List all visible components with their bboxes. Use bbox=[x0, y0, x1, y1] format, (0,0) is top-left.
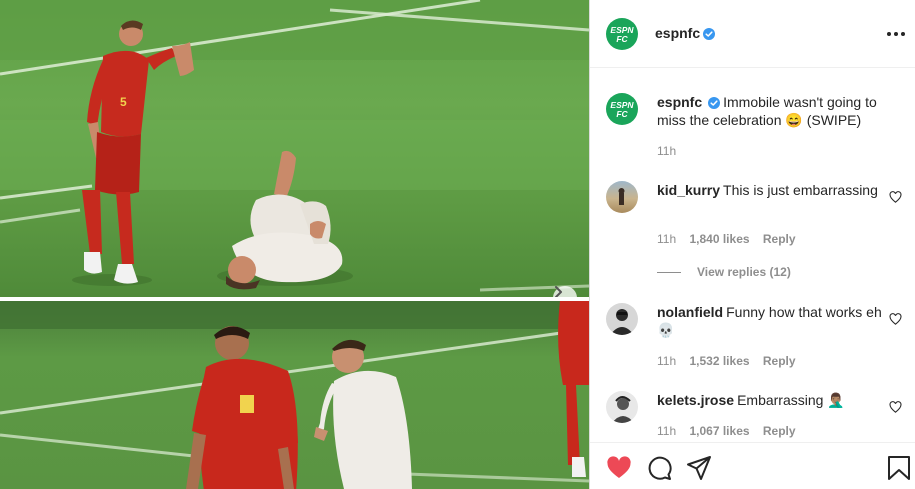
chevron-right-icon bbox=[555, 286, 562, 297]
comment-username[interactable]: nolanfield bbox=[657, 304, 723, 320]
espnfc-logo-icon: ESPN FC bbox=[610, 25, 634, 44]
caption-username[interactable]: espnfc bbox=[657, 94, 702, 110]
comment-meta: 11h 1,840 likes Reply bbox=[657, 232, 806, 246]
heart-icon[interactable] bbox=[889, 191, 902, 203]
comment-meta: 11h 1,532 likes Reply bbox=[657, 354, 806, 368]
reply-button[interactable]: Reply bbox=[763, 424, 796, 438]
comment-time: 11h bbox=[657, 232, 677, 246]
comment-icon[interactable] bbox=[646, 455, 672, 481]
heart-icon[interactable] bbox=[889, 401, 902, 413]
heart-icon[interactable] bbox=[889, 313, 902, 325]
comment-username[interactable]: kelets.jrose bbox=[657, 392, 734, 408]
account-avatar[interactable]: ESPN FC bbox=[606, 18, 638, 50]
logo-text-fc: FC bbox=[616, 109, 628, 119]
more-options-icon[interactable] bbox=[884, 24, 908, 44]
comment-meta: 11h 1,067 likes Reply bbox=[657, 424, 806, 438]
caption-body: espnfc Immobile wasn't going to miss the … bbox=[657, 93, 897, 129]
comment-likes[interactable]: 1,840 likes bbox=[689, 232, 749, 246]
video-frame-top: 5 bbox=[0, 0, 589, 297]
header-account: espnfc bbox=[655, 25, 716, 43]
bookmark-icon[interactable] bbox=[886, 455, 912, 481]
comment-body: kid_kurry This is just embarrassing bbox=[657, 181, 885, 199]
post-sidebar: ESPN FC espnfc ESPN FC espnfc Immobile wa… bbox=[589, 0, 915, 489]
reply-button[interactable]: Reply bbox=[763, 232, 796, 246]
replies-divider bbox=[657, 271, 681, 273]
video-frame-bottom bbox=[0, 301, 589, 489]
verified-badge-icon bbox=[703, 28, 716, 40]
caption-time: 11h bbox=[657, 144, 677, 158]
comment-body: nolanfield Funny how that works eh💀 bbox=[657, 303, 885, 339]
post-header: ESPN FC espnfc bbox=[590, 0, 915, 68]
avatar[interactable] bbox=[606, 181, 638, 213]
avatar[interactable] bbox=[606, 391, 638, 423]
view-replies-label: View replies (12) bbox=[697, 265, 791, 279]
comment-time: 11h bbox=[657, 354, 677, 368]
avatar[interactable] bbox=[606, 303, 638, 335]
caption-avatar[interactable]: ESPN FC bbox=[606, 93, 638, 125]
logo-text-fc: FC bbox=[616, 34, 628, 44]
espnfc-logo-icon: ESPN FC bbox=[610, 100, 634, 119]
heart-icon[interactable] bbox=[606, 455, 632, 481]
comment-text: This is just embarrassing bbox=[723, 182, 878, 198]
comment-text: Embarrassing 🤦🏽‍♂️ bbox=[737, 392, 845, 408]
post-media: 5 bbox=[0, 0, 589, 489]
comments-list: ESPN FC espnfc Immobile wasn't going to m… bbox=[590, 69, 915, 442]
comment-time: 11h bbox=[657, 424, 677, 438]
comment-body: kelets.jrose Embarrassing 🤦🏽‍♂️ bbox=[657, 391, 885, 409]
player-number: 5 bbox=[120, 95, 127, 109]
caption-meta: 11h bbox=[657, 144, 686, 158]
action-bar bbox=[590, 442, 915, 489]
comment-username[interactable]: kid_kurry bbox=[657, 182, 720, 198]
comment-likes[interactable]: 1,067 likes bbox=[689, 424, 749, 438]
comment-likes[interactable]: 1,532 likes bbox=[689, 354, 749, 368]
view-replies-button[interactable]: View replies (12) bbox=[657, 265, 791, 279]
header-username[interactable]: espnfc bbox=[655, 25, 700, 41]
share-icon[interactable] bbox=[686, 455, 712, 481]
verified-badge-icon bbox=[708, 97, 721, 109]
reply-button[interactable]: Reply bbox=[763, 354, 796, 368]
